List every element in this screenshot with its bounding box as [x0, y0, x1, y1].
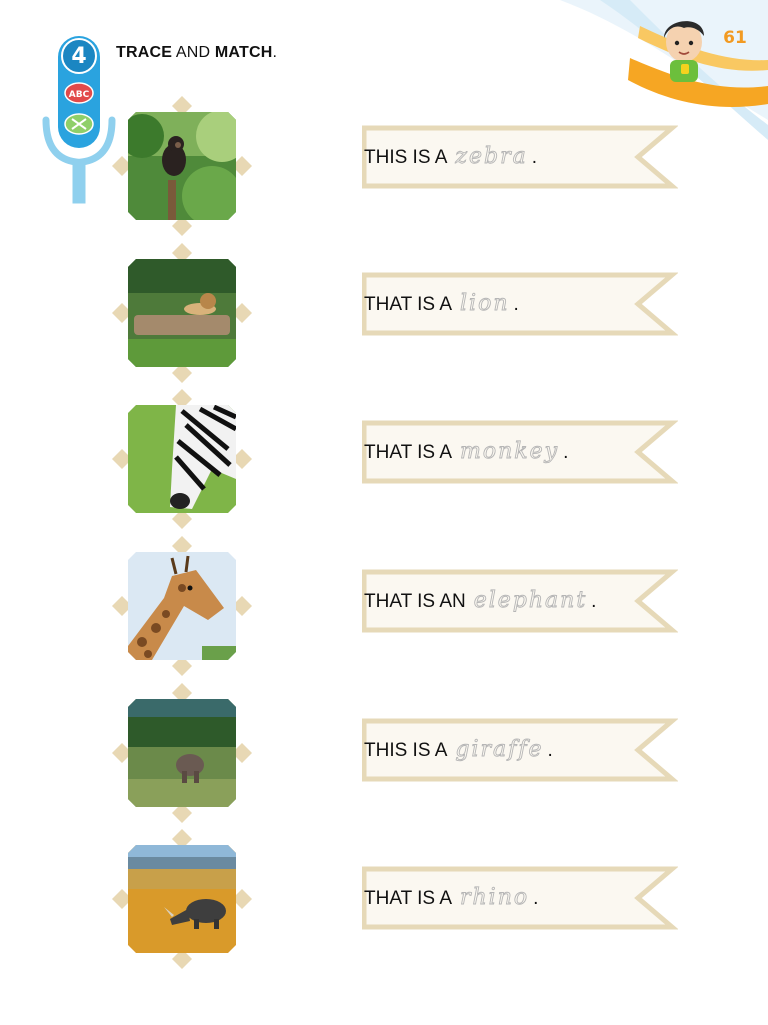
sentence-banner: THAT IS Amonkey. — [362, 420, 678, 484]
sentence-banner: THIS IS Azebra. — [362, 125, 678, 189]
trace-word[interactable]: lion — [452, 291, 514, 317]
sentence-banner: THAT IS AN elephant. — [362, 569, 678, 633]
chimpanzee-photo — [128, 112, 236, 220]
instruction-word: TRACE — [116, 44, 173, 61]
sentence-line: THAT IS AN elephant. — [364, 569, 596, 633]
sentence-line: THAT IS Arhino. — [364, 866, 538, 930]
trace-word[interactable]: monkey — [452, 439, 563, 465]
sentence-line: THIS IS Agiraffe. — [364, 718, 553, 782]
elephant-photo — [128, 699, 236, 807]
sentence-prefix: THIS IS A — [364, 740, 448, 761]
sentence-banner: THAT IS Alion. — [362, 272, 678, 336]
trace-word[interactable]: elephant — [466, 588, 591, 614]
picture-tile-elephant[interactable] — [112, 683, 252, 823]
sentence-end: . — [547, 740, 553, 761]
sentence-end: . — [563, 442, 569, 463]
sentence-end: . — [591, 591, 597, 612]
trace-word[interactable]: zebra — [447, 144, 531, 170]
sentence-banner: THIS IS Agiraffe. — [362, 718, 678, 782]
instruction-text: TRACE AND MATCH. — [116, 44, 277, 62]
sentence-line: THAT IS Amonkey. — [364, 420, 568, 484]
instruction-word: MATCH — [214, 44, 273, 61]
picture-tile-rhino[interactable] — [112, 829, 252, 969]
instruction-word: AND — [172, 44, 215, 61]
sentence-prefix: THAT IS A — [364, 442, 452, 463]
svg-text:ABC: ABC — [69, 90, 90, 100]
instruction-word: . — [272, 44, 278, 61]
sentence-banner: THAT IS Arhino. — [362, 866, 678, 930]
picture-tile-lion[interactable] — [112, 243, 252, 383]
picture-tile-chimpanzee[interactable] — [112, 96, 252, 236]
sentence-end: . — [531, 147, 538, 168]
sentence-line: THAT IS Alion. — [364, 272, 519, 336]
page-number: 61 — [723, 28, 747, 48]
sentence-end: . — [513, 294, 519, 315]
sentence-end: . — [533, 888, 539, 909]
activity-number: 4 — [71, 44, 87, 69]
sentence-prefix: THIS IS A — [364, 147, 448, 168]
sentence-prefix: THAT IS A — [364, 294, 452, 315]
giraffe-photo — [128, 552, 236, 660]
match-arrows-icon — [64, 113, 94, 135]
sentence-line: THIS IS Azebra. — [364, 125, 537, 189]
lion-photo — [128, 259, 236, 367]
boy-mascot-icon — [664, 21, 704, 82]
picture-tile-giraffe[interactable] — [112, 536, 252, 676]
listen-speech-icon: ABC — [64, 82, 94, 104]
sentence-prefix: THAT IS AN — [364, 591, 466, 612]
picture-tile-zebra[interactable] — [112, 389, 252, 529]
rhino-photo — [128, 845, 236, 953]
sentence-prefix: THAT IS A — [364, 888, 452, 909]
zebra-photo — [128, 405, 236, 513]
trace-word[interactable]: giraffe — [447, 737, 547, 763]
trace-word[interactable]: rhino — [452, 885, 533, 911]
